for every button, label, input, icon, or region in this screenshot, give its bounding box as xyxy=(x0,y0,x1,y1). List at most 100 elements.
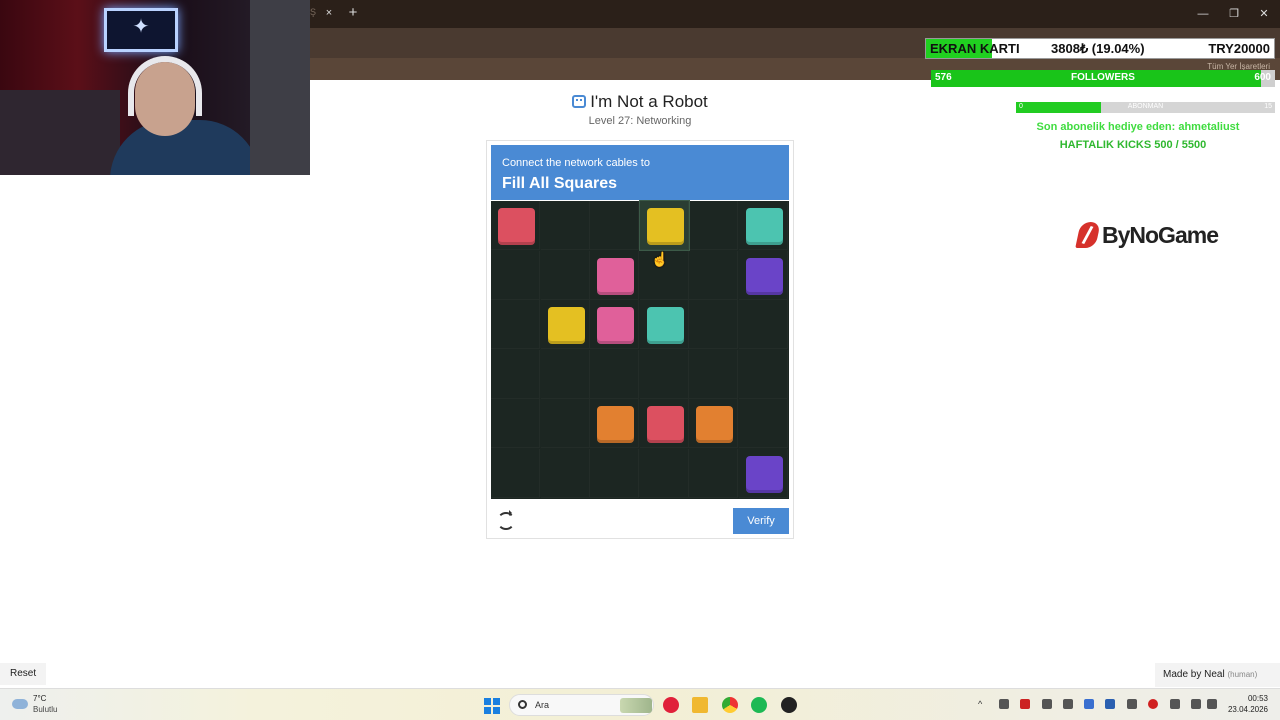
spotify-icon[interactable] xyxy=(751,697,767,713)
sponsor-logo-text: ByNoGame xyxy=(1102,222,1219,248)
grid-cell[interactable] xyxy=(590,251,639,300)
file-explorer-icon[interactable] xyxy=(692,697,708,713)
chrome-icon[interactable] xyxy=(722,697,738,713)
node-square-purple[interactable] xyxy=(746,257,783,295)
cloud-icon[interactable] xyxy=(12,699,28,709)
tab-title-fragment: Ş xyxy=(310,7,317,17)
subscriber-goal-bar: 0 ABONMAN 15 xyxy=(1016,102,1275,113)
record-tray-icon[interactable] xyxy=(1148,699,1158,709)
grid-cell[interactable] xyxy=(739,201,788,250)
tab-close-icon[interactable]: × xyxy=(322,6,336,20)
weather-temperature[interactable]: 7°C xyxy=(33,694,46,703)
app-tray-icon-2[interactable] xyxy=(1105,699,1115,709)
page-title: I'm Not a Robot xyxy=(540,92,740,112)
grid-cell[interactable] xyxy=(491,449,540,498)
grid-cell[interactable] xyxy=(689,251,738,300)
grid-cell[interactable] xyxy=(590,449,639,498)
grid-cell[interactable] xyxy=(689,449,738,498)
captcha-widget: Connect the network cables to Fill All S… xyxy=(486,140,794,539)
app-tray-icon[interactable] xyxy=(1042,699,1052,709)
grid-cell[interactable] xyxy=(739,350,788,399)
headset-icon xyxy=(128,56,202,116)
windows-start-icon[interactable] xyxy=(484,698,500,714)
sponsor-logo: ByNoGame xyxy=(1075,220,1226,252)
donation-goal-title: EKRAN KARTI xyxy=(930,41,1020,56)
grid-cell[interactable] xyxy=(541,350,590,399)
grid-cell[interactable] xyxy=(491,201,540,250)
grid-cell[interactable] xyxy=(689,300,738,349)
subscriber-label: ABONMAN xyxy=(1127,103,1164,110)
grid-cell[interactable] xyxy=(590,300,639,349)
page-title-text: I'm Not a Robot xyxy=(590,92,708,111)
node-square-red[interactable] xyxy=(498,208,535,245)
grid-cell[interactable] xyxy=(491,251,540,300)
grid-cell[interactable] xyxy=(640,399,689,448)
eagle-icon: ✦ xyxy=(132,16,150,38)
taskbar-date[interactable]: 23.04.2026 xyxy=(1226,705,1268,714)
weather-description[interactable]: Bulutlu xyxy=(33,705,57,714)
steam-tray-icon[interactable] xyxy=(1063,699,1073,709)
media-player-icon[interactable] xyxy=(663,697,679,713)
maximize-button[interactable]: ❐ xyxy=(1226,6,1242,22)
webcam-background-wall xyxy=(250,0,310,175)
grid-cell[interactable] xyxy=(590,350,639,399)
reset-button[interactable]: Reset xyxy=(0,663,46,685)
grid-cell[interactable] xyxy=(491,350,540,399)
taskbar-search[interactable]: Ara xyxy=(509,694,654,716)
grid-cell[interactable] xyxy=(689,201,738,250)
shield-tray-icon[interactable] xyxy=(1020,699,1030,709)
grid-cell[interactable] xyxy=(689,350,738,399)
taskbar-clock[interactable]: 00:53 xyxy=(1226,694,1268,703)
grid-cell[interactable] xyxy=(739,449,788,498)
speaker-icon[interactable] xyxy=(1207,699,1217,709)
grid-cell[interactable] xyxy=(491,300,540,349)
app-tray-icon-3[interactable] xyxy=(1127,699,1137,709)
verify-button[interactable]: Verify xyxy=(733,508,789,534)
node-square-orange[interactable] xyxy=(696,406,734,444)
node-square-red[interactable] xyxy=(646,406,684,444)
refresh-icon[interactable] xyxy=(497,510,515,530)
microphone-tray-icon[interactable] xyxy=(1170,699,1180,709)
grid-cell[interactable] xyxy=(739,251,788,300)
node-square-orange[interactable] xyxy=(597,406,635,444)
network-icon[interactable] xyxy=(1191,699,1201,709)
node-square-purple[interactable] xyxy=(746,456,783,493)
last-gift-sub-text: Son abonelik hediye eden: ahmetaliust xyxy=(1036,121,1240,133)
grid-cell[interactable] xyxy=(491,399,540,448)
grid-cell[interactable] xyxy=(541,300,590,349)
volume-tray-icon[interactable] xyxy=(999,699,1009,709)
grid-cell[interactable] xyxy=(590,201,639,250)
grid-cell[interactable] xyxy=(638,200,690,251)
followers-goal-bar: 576 FOLLOWERS 600 xyxy=(931,70,1275,87)
grid-cell[interactable] xyxy=(541,201,590,250)
node-square-pink[interactable] xyxy=(597,257,635,295)
grid-cell[interactable] xyxy=(590,399,639,448)
grid-cell[interactable] xyxy=(640,449,689,498)
grid-cell[interactable] xyxy=(640,350,689,399)
node-square-teal[interactable] xyxy=(746,208,783,245)
new-tab-button[interactable]: + xyxy=(345,5,361,21)
node-square-yellow[interactable] xyxy=(547,307,585,345)
grid-cell[interactable] xyxy=(541,251,590,300)
sponsor-logo-icon xyxy=(1075,222,1101,248)
obs-icon[interactable] xyxy=(781,697,797,713)
chevron-up-icon[interactable]: ^ xyxy=(978,699,988,709)
close-window-button[interactable]: ✕ xyxy=(1256,6,1272,22)
grid-cell[interactable] xyxy=(739,300,788,349)
puzzle-grid[interactable] xyxy=(491,200,789,499)
search-highlight-image xyxy=(620,698,652,713)
minimize-button[interactable]: — xyxy=(1195,6,1211,22)
weekly-kicks-text: HAFTALIK KICKS 500 / 5500 xyxy=(1059,139,1207,151)
level-subtitle: Level 27: Networking xyxy=(588,115,692,127)
grid-cell[interactable] xyxy=(541,399,590,448)
captcha-instruction: Connect the network cables to xyxy=(502,157,650,169)
node-square-pink[interactable] xyxy=(597,307,635,345)
onedrive-tray-icon[interactable] xyxy=(1084,699,1094,709)
grid-cell[interactable] xyxy=(541,449,590,498)
grid-cell[interactable] xyxy=(739,399,788,448)
made-by-credit[interactable]: Made by Neal (human) xyxy=(1155,663,1280,687)
node-square-teal[interactable] xyxy=(646,307,684,345)
node-square-yellow[interactable] xyxy=(646,208,684,245)
grid-cell[interactable] xyxy=(689,399,738,448)
grid-cell[interactable] xyxy=(640,300,689,349)
